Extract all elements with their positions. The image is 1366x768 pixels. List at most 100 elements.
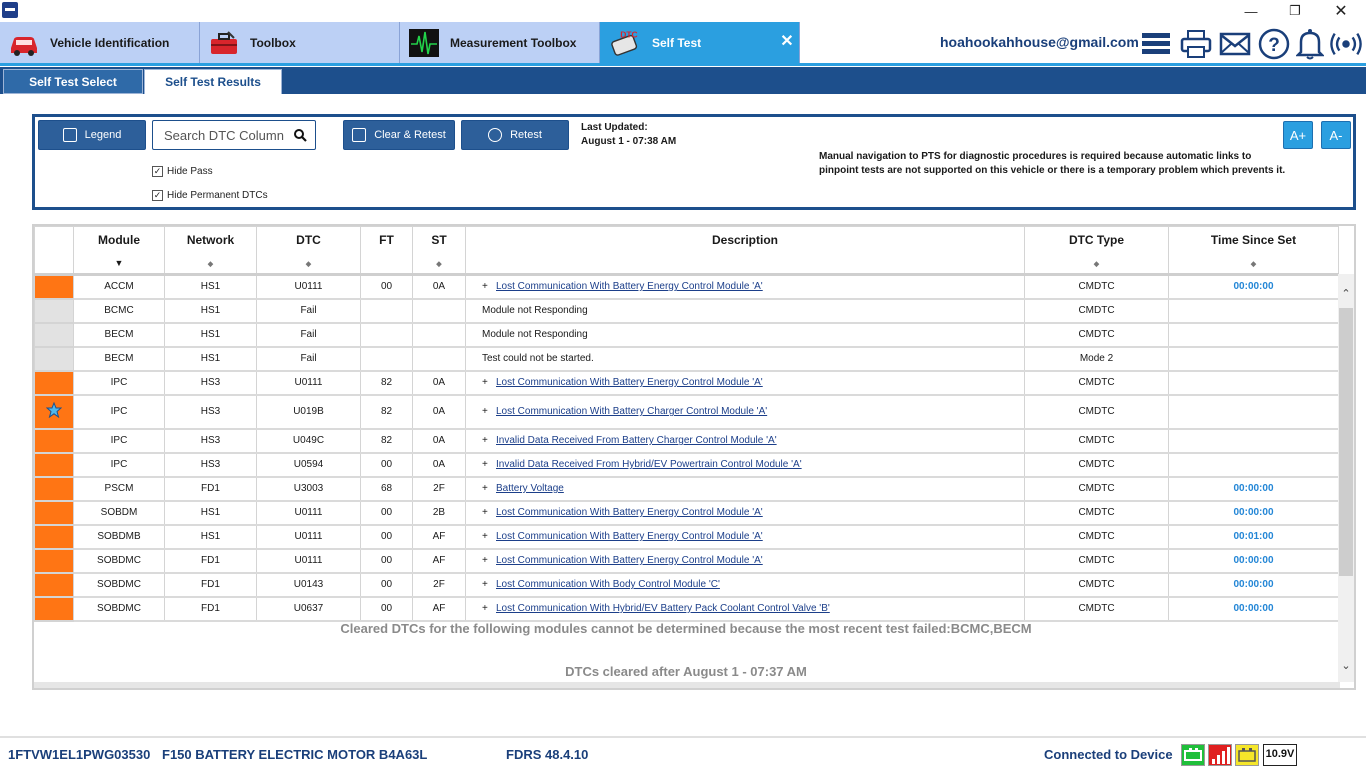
ft-cell: 82: [360, 428, 413, 454]
hide-permanent-dtcs-checkbox[interactable]: ✓ Hide Permanent DTCs: [152, 190, 268, 201]
scroll-down-icon[interactable]: ⌄: [1338, 658, 1354, 674]
module-cell: PSCM: [73, 476, 165, 502]
table-row[interactable]: SOBDM HS1 U0111 00 2B + Lost Communication Wit…: [34, 500, 1339, 526]
table-row[interactable]: BCMC HS1 Fail Module not Responding CMDTC: [34, 298, 1339, 324]
sort-icon[interactable]: ◆: [257, 260, 360, 268]
menu-icon[interactable]: [1140, 28, 1172, 60]
tab-measurement-toolbox[interactable]: Measurement Toolbox: [400, 22, 600, 63]
tab-self-test[interactable]: DTC Self Test ✕: [600, 22, 800, 63]
notice-line: pinpoint tests are not supported on this…: [819, 165, 1286, 176]
sort-icon[interactable]: ◆: [413, 260, 465, 268]
expand-icon[interactable]: +: [482, 603, 496, 614]
description-cell: Module not Responding: [465, 298, 1025, 324]
dtc-description-link[interactable]: Lost Communication With Body Control Mod…: [496, 579, 720, 590]
star-icon[interactable]: [46, 402, 62, 418]
status-column-header: [34, 226, 74, 276]
pts-navigation-notice: Manual navigation to PTS for diagnostic …: [819, 150, 1289, 178]
expand-icon[interactable]: +: [482, 406, 496, 417]
tab-vehicle-identification[interactable]: Vehicle Identification: [0, 22, 200, 63]
signal-icon[interactable]: [1330, 28, 1362, 60]
status-indicator: [34, 524, 74, 550]
close-tab-icon[interactable]: ✕: [779, 34, 795, 50]
table-row[interactable]: SOBDMC FD1 U0637 00 AF + Lost Communication Wi…: [34, 596, 1339, 622]
font-decrease-button[interactable]: A-: [1321, 121, 1351, 149]
close-window-icon[interactable]: ✕: [1318, 0, 1364, 22]
table-row[interactable]: SOBDMC FD1 U0111 00 AF + Lost Communication Wi…: [34, 548, 1339, 574]
bell-icon[interactable]: [1294, 28, 1326, 60]
column-header-time-since-set[interactable]: Time Since Set ◆: [1168, 226, 1339, 276]
scrollbar-thumb[interactable]: [1339, 308, 1353, 576]
legend-button[interactable]: Legend: [38, 120, 146, 150]
expand-icon[interactable]: +: [482, 507, 496, 518]
dtc-description-link[interactable]: Lost Communication With Battery Energy C…: [496, 507, 763, 518]
dtc-description-link[interactable]: Battery Voltage: [496, 483, 564, 494]
column-header-module[interactable]: Module ▼: [73, 226, 165, 276]
column-header-description[interactable]: Description: [465, 226, 1025, 276]
table-row[interactable]: IPC HS3 U019B 82 0A + Lost Communication With …: [34, 394, 1339, 430]
network-cell: HS3: [164, 394, 257, 430]
dtc-description-link[interactable]: Lost Communication With Battery Energy C…: [496, 555, 763, 566]
search-dtc-input[interactable]: [153, 122, 289, 148]
expand-icon[interactable]: +: [482, 531, 496, 542]
clear-retest-button[interactable]: Clear & Retest: [343, 120, 455, 150]
dtc-description-link[interactable]: Lost Communication With Battery Energy C…: [496, 531, 763, 542]
help-icon[interactable]: ?: [1258, 28, 1290, 60]
table-row[interactable]: BECM HS1 Fail Test could not be started. Mod…: [34, 346, 1339, 372]
table-row[interactable]: IPC HS3 U0594 00 0A + Invalid Data Received Fr…: [34, 452, 1339, 478]
expand-icon[interactable]: +: [482, 377, 496, 388]
vertical-scrollbar[interactable]: ⌃ ⌄: [1338, 274, 1354, 682]
table-row[interactable]: ACCM HS1 U0111 00 0A + Lost Communication With…: [34, 274, 1339, 300]
maximize-icon[interactable]: ❐: [1272, 0, 1318, 22]
expand-icon[interactable]: +: [482, 281, 496, 292]
sort-icon[interactable]: ◆: [1025, 260, 1168, 268]
column-header-st[interactable]: ST ◆: [412, 226, 466, 276]
time-since-set-cell: 00:00:00: [1168, 548, 1339, 574]
table-row[interactable]: PSCM FD1 U3003 68 2F + Battery Voltage CMDTC 00:…: [34, 476, 1339, 502]
expand-icon[interactable]: +: [482, 435, 496, 446]
table-row[interactable]: SOBDMB HS1 U0111 00 AF + Lost Communication Wi…: [34, 524, 1339, 550]
minimize-icon[interactable]: —: [1228, 0, 1274, 22]
table-row[interactable]: SOBDMC FD1 U0143 00 2F + Lost Communication Wi…: [34, 572, 1339, 598]
dtc-scanner-icon: DTC: [611, 29, 638, 56]
sort-icon[interactable]: ◆: [165, 260, 256, 268]
network-cell: HS3: [164, 452, 257, 478]
status-indicator: [34, 346, 74, 372]
dtc-description-link[interactable]: Invalid Data Received From Hybrid/EV Pow…: [496, 459, 802, 470]
dtc-description-link[interactable]: Lost Communication With Hybrid/EV Batter…: [496, 603, 830, 614]
column-header-ft[interactable]: FT: [360, 226, 413, 276]
tab-self-test-results[interactable]: Self Test Results: [144, 69, 282, 94]
time-since-set-cell: [1168, 322, 1339, 348]
search-icon[interactable]: [294, 129, 307, 142]
table-row[interactable]: IPC HS3 U049C 82 0A + Invalid Data Received Fr…: [34, 428, 1339, 454]
dtc-description-link[interactable]: Lost Communication With Battery Energy C…: [496, 377, 763, 388]
table-row[interactable]: IPC HS3 U0111 82 0A + Lost Communication With …: [34, 370, 1339, 396]
hide-pass-checkbox[interactable]: ✓ Hide Pass: [152, 166, 213, 177]
sort-descending-icon[interactable]: ▼: [74, 258, 164, 268]
table-row[interactable]: BECM HS1 Fail Module not Responding CMDTC: [34, 322, 1339, 348]
mail-icon[interactable]: [1219, 28, 1251, 60]
tab-self-test-select[interactable]: Self Test Select: [3, 69, 143, 94]
scroll-up-icon[interactable]: ⌃: [1338, 286, 1354, 302]
expand-icon[interactable]: +: [482, 483, 496, 494]
expand-icon[interactable]: +: [482, 459, 496, 470]
dtc-description-link[interactable]: Invalid Data Received From Battery Charg…: [496, 435, 777, 446]
expand-icon[interactable]: +: [482, 555, 496, 566]
dtc-type-cell: CMDTC: [1024, 548, 1169, 574]
font-increase-button[interactable]: A+: [1283, 121, 1313, 149]
tab-toolbox[interactable]: Toolbox: [200, 22, 400, 63]
column-header-network[interactable]: Network ◆: [164, 226, 257, 276]
dtc-type-cell: CMDTC: [1024, 572, 1169, 598]
dtc-description-link[interactable]: Lost Communication With Battery Charger …: [496, 406, 767, 417]
expand-icon[interactable]: +: [482, 579, 496, 590]
printer-icon[interactable]: [1180, 28, 1212, 60]
column-header-dtc[interactable]: DTC ◆: [256, 226, 361, 276]
retest-button[interactable]: Retest: [461, 120, 569, 150]
column-header-dtc-type[interactable]: DTC Type ◆: [1024, 226, 1169, 276]
status-indicator: [34, 428, 74, 454]
horizontal-scrollbar[interactable]: [34, 682, 1340, 688]
sort-icon[interactable]: ◆: [1169, 260, 1338, 268]
description-cell: + Lost Communication With Battery Energy …: [465, 500, 1025, 526]
ft-cell: [360, 322, 413, 348]
dtc-description-link[interactable]: Lost Communication With Battery Energy C…: [496, 281, 763, 292]
tab-label: Vehicle Identification: [50, 35, 170, 50]
